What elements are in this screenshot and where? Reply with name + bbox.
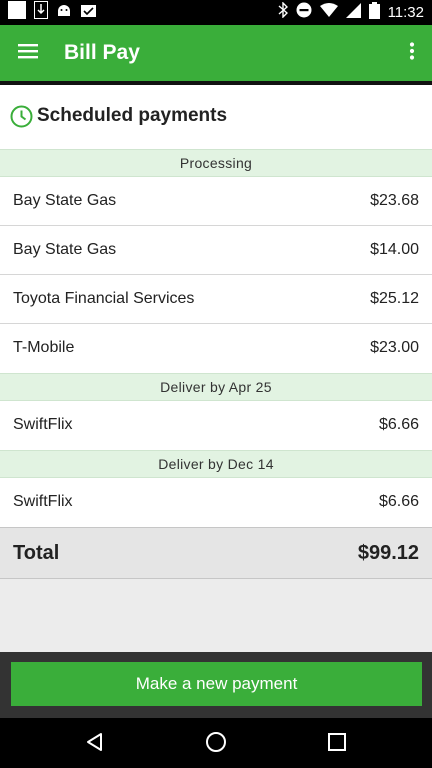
signal-icon [345, 2, 361, 23]
payee-name: Bay State Gas [13, 192, 117, 209]
more-vert-icon [409, 41, 415, 65]
payment-amount: $6.66 [378, 416, 419, 433]
menu-button[interactable] [10, 35, 46, 71]
image-notification-icon [8, 1, 26, 24]
overflow-menu-button[interactable] [398, 35, 426, 71]
app-bar: Bill Pay [0, 25, 432, 81]
payee-name: T-Mobile [13, 339, 75, 356]
payee-name: SwiftFlix [13, 416, 73, 433]
hamburger-menu-icon [18, 43, 38, 64]
do-not-disturb-icon [296, 2, 312, 23]
section-title: Scheduled payments [37, 105, 228, 126]
payment-amount: $25.12 [370, 290, 419, 307]
check-bag-notification-icon [80, 2, 97, 23]
payee-name: SwiftFlix [13, 493, 73, 510]
navigation-bar [0, 718, 432, 768]
payment-amount: $6.66 [378, 493, 419, 510]
battery-icon [368, 1, 380, 24]
payment-amount: $23.00 [370, 339, 419, 356]
recents-button[interactable] [323, 730, 351, 758]
status-bar: 11:32 [0, 0, 432, 25]
home-button[interactable] [202, 730, 230, 758]
bluetooth-icon [278, 1, 288, 23]
android-notification-icon [56, 2, 72, 23]
scheduled-payments-panel: Scheduled payments Processing Bay State … [0, 85, 432, 579]
bottom-action-panel: Make a new payment [0, 652, 432, 718]
recents-square-icon [328, 732, 346, 756]
total-amount: $99.12 [357, 542, 419, 564]
group-header-deliver-dec: Deliver by Dec 14 [0, 450, 432, 478]
payment-amount: $14.00 [370, 241, 419, 258]
group-header-processing: Processing [0, 149, 432, 177]
group-header-deliver-apr: Deliver by Apr 25 [0, 373, 432, 401]
page-title: Bill Pay [64, 41, 140, 64]
payment-row[interactable]: Bay State Gas $23.68 [0, 177, 432, 226]
make-payment-button[interactable]: Make a new payment [11, 662, 422, 706]
payment-row[interactable]: Bay State Gas $14.00 [0, 226, 432, 275]
payment-row[interactable]: SwiftFlix $6.66 [0, 401, 432, 450]
home-circle-icon [205, 731, 227, 758]
status-time: 11:32 [387, 4, 424, 21]
payee-name: Toyota Financial Services [13, 290, 195, 307]
download-notification-icon [34, 1, 48, 24]
total-row: Total $99.12 [0, 527, 432, 579]
payment-amount: $23.68 [370, 192, 419, 209]
section-header: Scheduled payments [0, 85, 432, 149]
payment-row[interactable]: SwiftFlix $6.66 [0, 478, 432, 527]
total-label: Total [13, 542, 60, 564]
wifi-icon [319, 3, 338, 22]
clock-icon [10, 105, 33, 133]
back-triangle-icon [85, 732, 105, 757]
payee-name: Bay State Gas [13, 241, 117, 258]
back-button[interactable] [81, 730, 109, 758]
payment-row[interactable]: Toyota Financial Services $25.12 [0, 275, 432, 324]
payment-row[interactable]: T-Mobile $23.00 [0, 324, 432, 373]
